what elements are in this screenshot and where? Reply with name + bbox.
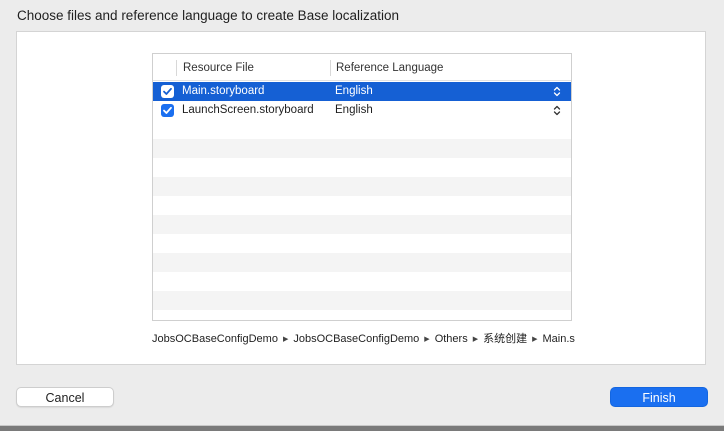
column-header-resource-file[interactable]: Resource File xyxy=(183,54,254,80)
path-segment[interactable]: JobsOCBaseConfigDemo xyxy=(293,333,419,345)
checkmark-icon xyxy=(163,106,172,114)
path-segment[interactable]: JobsOCBaseConfigDemo xyxy=(152,333,278,345)
finish-button[interactable]: Finish xyxy=(610,387,708,407)
resource-table: Resource File Reference Language Main.st… xyxy=(152,53,572,321)
column-separator xyxy=(176,60,177,76)
path-segment[interactable]: 系统创建 xyxy=(483,333,527,345)
checkmark-icon xyxy=(163,87,172,95)
empty-row xyxy=(153,120,571,139)
localization-dialog: Choose files and reference language to c… xyxy=(0,0,724,426)
empty-row xyxy=(153,215,571,234)
path-segment[interactable]: Others xyxy=(435,333,468,345)
up-down-chevron-icon[interactable] xyxy=(553,104,561,117)
empty-row xyxy=(153,272,571,291)
path-segment[interactable]: Main.s xyxy=(542,333,574,345)
empty-row xyxy=(153,291,571,310)
window-backdrop xyxy=(0,426,724,431)
column-header-reference-language[interactable]: Reference Language xyxy=(336,54,443,80)
include-checkbox[interactable] xyxy=(161,104,174,117)
empty-row xyxy=(153,234,571,253)
cancel-button[interactable]: Cancel xyxy=(16,387,114,407)
up-down-chevron-icon[interactable] xyxy=(553,85,561,98)
reference-language-select[interactable]: English xyxy=(335,101,373,120)
table-row[interactable]: Main.storyboard English xyxy=(153,82,571,101)
triangle-right-icon: ▶ xyxy=(532,336,538,343)
dialog-prompt: Choose files and reference language to c… xyxy=(17,8,399,23)
empty-row xyxy=(153,177,571,196)
include-checkbox[interactable] xyxy=(161,85,174,98)
triangle-right-icon: ▶ xyxy=(424,336,430,343)
table-header: Resource File Reference Language xyxy=(153,54,571,81)
resource-file-name: Main.storyboard xyxy=(182,85,265,97)
reference-language-select[interactable]: English xyxy=(335,82,373,101)
empty-row xyxy=(153,158,571,177)
empty-row xyxy=(153,253,571,272)
empty-row xyxy=(153,139,571,158)
empty-row xyxy=(153,310,571,320)
resource-file-name: LaunchScreen.storyboard xyxy=(182,104,314,116)
path-bar: JobsOCBaseConfigDemo ▶ JobsOCBaseConfigDem… xyxy=(152,331,576,347)
triangle-right-icon: ▶ xyxy=(472,336,479,343)
empty-row xyxy=(153,196,571,215)
column-separator xyxy=(330,60,331,76)
table-row[interactable]: LaunchScreen.storyboard English xyxy=(153,101,571,120)
triangle-right-icon: ▶ xyxy=(282,336,289,343)
